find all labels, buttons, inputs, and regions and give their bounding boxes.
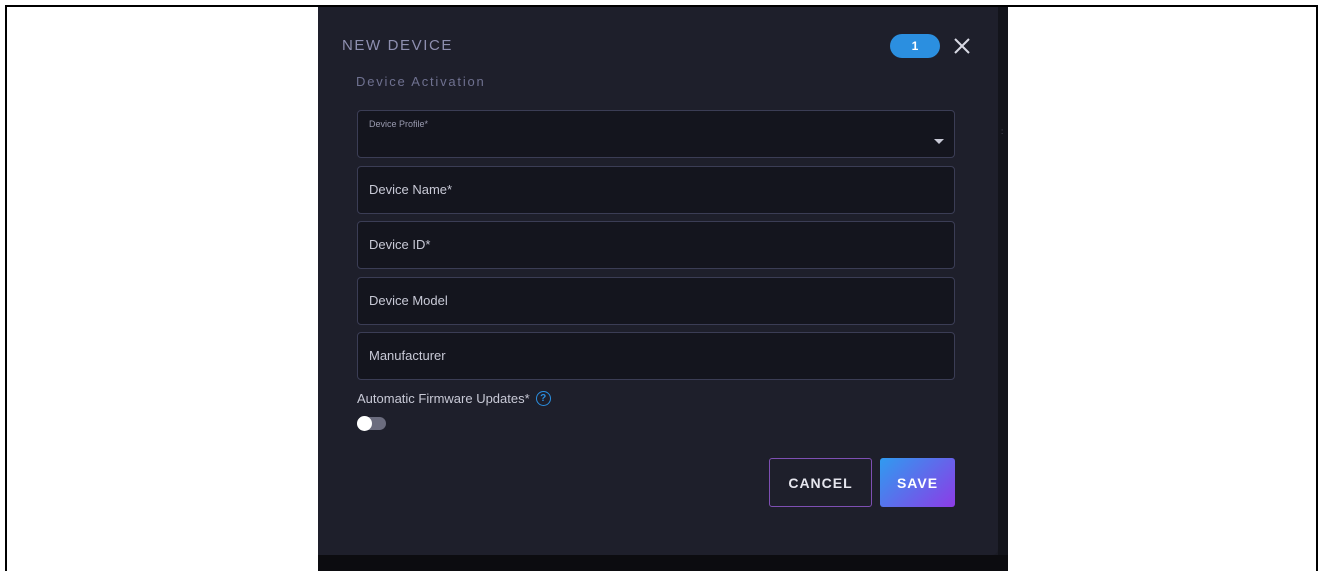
firmware-updates-label-row: Automatic Firmware Updates* ? xyxy=(357,391,551,406)
background-scroll-indicator: : xyxy=(1001,127,1004,136)
new-device-dialog: NEW DEVICE 1 Device Activation Device Pr… xyxy=(318,7,998,555)
dialog-title: NEW DEVICE xyxy=(342,37,454,54)
backdrop-right-strip xyxy=(998,7,1008,571)
manufacturer-placeholder: Manufacturer xyxy=(369,348,446,363)
toggle-knob xyxy=(357,416,372,431)
save-button[interactable]: SAVE xyxy=(880,458,955,507)
device-id-placeholder: Device ID* xyxy=(369,237,431,252)
device-name-placeholder: Device Name* xyxy=(369,182,453,197)
device-model-placeholder: Device Model xyxy=(369,293,448,308)
firmware-updates-label: Automatic Firmware Updates* xyxy=(357,391,530,406)
backdrop-bottom-strip xyxy=(318,555,1008,571)
device-name-field[interactable]: Device Name* xyxy=(357,166,955,214)
close-icon[interactable] xyxy=(950,33,974,59)
device-profile-select[interactable]: Device Profile* xyxy=(357,110,955,158)
manufacturer-field[interactable]: Manufacturer xyxy=(357,332,955,380)
device-profile-label: Device Profile* xyxy=(369,119,429,129)
firmware-updates-toggle[interactable] xyxy=(357,416,386,431)
step-badge: 1 xyxy=(890,34,940,58)
cancel-button[interactable]: CANCEL xyxy=(769,458,872,507)
device-id-field[interactable]: Device ID* xyxy=(357,221,955,269)
chevron-down-icon xyxy=(934,139,944,144)
question-circle-icon[interactable]: ? xyxy=(535,391,551,406)
section-subtitle: Device Activation xyxy=(356,74,486,89)
device-model-field[interactable]: Device Model xyxy=(357,277,955,325)
